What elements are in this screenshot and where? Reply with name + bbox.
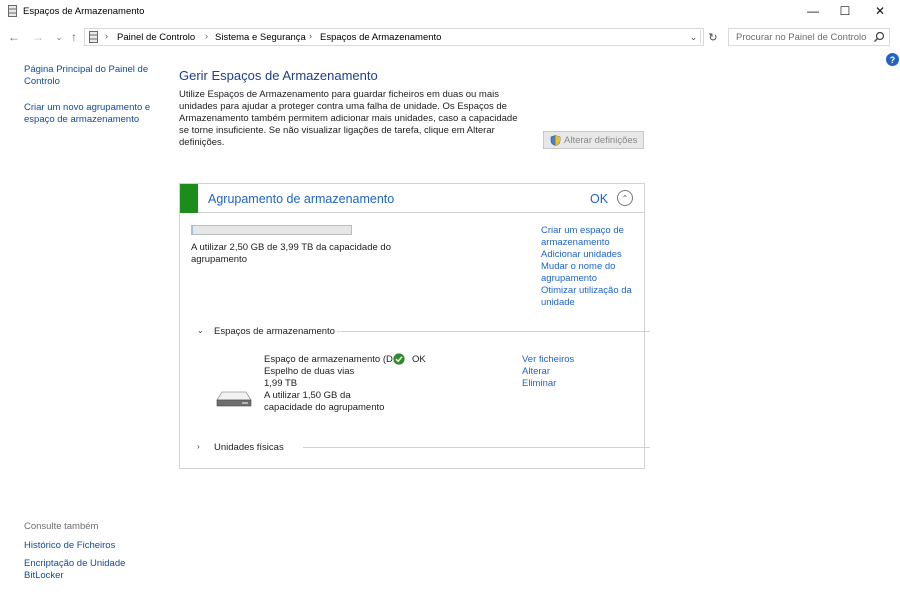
storage-space-status: OK	[412, 354, 426, 365]
pool-usage-text: A utilizar 2,50 GB de 3,99 TB da capacid…	[191, 242, 391, 265]
ok-checkmark-icon	[393, 353, 405, 365]
rename-pool-link[interactable]: Mudar o nome do agrupamento	[541, 261, 646, 285]
change-settings-label: Alterar definições	[564, 134, 638, 146]
physical-drives-section-label: Unidades físicas	[214, 442, 284, 453]
section-divider	[337, 331, 650, 332]
pool-status: OK	[590, 192, 609, 206]
sidebar-link-control-panel-home[interactable]: Página Principal do Painel de Controlo	[24, 64, 159, 88]
pool-title: Agrupamento de armazenamento	[208, 192, 395, 206]
chevron-right-icon[interactable]: ›	[197, 442, 200, 451]
minimize-icon[interactable]: —	[796, 0, 830, 22]
close-icon[interactable]: ✕	[863, 0, 897, 22]
see-also-label: Consulte também	[24, 521, 99, 532]
back-arrow-icon[interactable]: ←	[6, 30, 22, 44]
view-files-link[interactable]: Ver ficheiros	[522, 354, 574, 366]
storage-spaces-icon	[8, 5, 17, 17]
storage-space-name: Espaço de armazenamento (D:)	[264, 354, 399, 365]
change-link[interactable]: Alterar	[522, 366, 574, 378]
recent-chevron-down-icon[interactable]: ⌄	[51, 30, 67, 44]
pool-usage-bar	[191, 225, 352, 235]
search-input[interactable]: Procurar no Painel de Controlo	[728, 28, 890, 46]
up-arrow-icon[interactable]: ↑	[66, 30, 82, 44]
physical-drives-section-header[interactable]: › Unidades físicas	[197, 441, 650, 455]
help-icon[interactable]: ?	[886, 53, 899, 66]
chevron-down-icon[interactable]: ⌄	[197, 326, 204, 335]
storage-space-links: Ver ficheiros Alterar Eliminar	[522, 354, 574, 390]
breadcrumb-system-security[interactable]: Sistema e Segurança	[215, 32, 306, 43]
storage-space-resiliency: Espelho de duas vias	[264, 366, 355, 377]
sidebar-link-create-pool[interactable]: Criar um novo agrupamento e espaço de ar…	[24, 102, 159, 126]
section-divider	[303, 447, 650, 448]
breadcrumb-separator-icon: ›	[205, 31, 208, 41]
sidebar-link-file-history[interactable]: Histórico de Ficheiros	[24, 540, 159, 552]
change-settings-button[interactable]: Alterar definições	[543, 131, 644, 149]
breadcrumb-separator-icon: ›	[309, 31, 312, 41]
pool-usage-fill	[192, 226, 193, 234]
create-storage-space-link[interactable]: Criar um espaço de armazenamento	[541, 225, 646, 249]
collapse-chevron-up-icon[interactable]: ⌃	[617, 190, 633, 206]
breadcrumb-storage-spaces[interactable]: Espaços de Armazenamento	[320, 32, 441, 43]
search-icon[interactable]	[873, 31, 885, 43]
optimize-drive-usage-link[interactable]: Otimizar utilização da unidade	[541, 285, 646, 309]
storage-space-usage: A utilizar 1,50 GB da capacidade do agru…	[264, 390, 385, 413]
storage-spaces-section-label: Espaços de armazenamento	[214, 326, 335, 337]
storage-spaces-icon	[89, 31, 98, 43]
search-placeholder: Procurar no Painel de Controlo	[736, 32, 867, 43]
window-title: Espaços de Armazenamento	[23, 6, 145, 17]
breadcrumb-separator-icon: ›	[105, 31, 108, 41]
breadcrumb-control-panel[interactable]: Painel de Controlo	[117, 32, 195, 43]
delete-link[interactable]: Eliminar	[522, 378, 574, 390]
maximize-icon[interactable]: ☐	[828, 0, 862, 22]
pool-header: Agrupamento de armazenamento OK ⌃	[180, 184, 644, 213]
storage-space-details: Espaço de armazenamento (D:) Espelho de …	[264, 354, 399, 414]
page-description: Utilize Espaços de Armazenamento para gu…	[179, 89, 518, 148]
address-dropdown-chevron-icon[interactable]: ⌄	[687, 30, 701, 44]
storage-spaces-section-header[interactable]: ⌄ Espaços de armazenamento	[197, 325, 650, 339]
shield-icon	[550, 134, 561, 146]
page-title: Gerir Espaços de Armazenamento	[179, 68, 378, 83]
pool-task-links: Criar um espaço de armazenamento Adicion…	[541, 225, 646, 309]
title-bar: Espaços de Armazenamento — ☐ ✕	[0, 0, 900, 24]
pool-status-indicator	[180, 184, 198, 213]
add-drives-link[interactable]: Adicionar unidades	[541, 249, 646, 261]
storage-pool-panel: Agrupamento de armazenamento OK ⌃ A util…	[179, 183, 650, 469]
sidebar-link-bitlocker[interactable]: Encriptação de Unidade BitLocker	[24, 558, 136, 582]
drive-icon	[216, 391, 252, 407]
address-bar[interactable]: › Painel de Controlo › Sistema e Seguran…	[84, 28, 704, 46]
refresh-icon[interactable]: ↻	[705, 28, 721, 46]
forward-arrow-icon[interactable]: →	[30, 30, 46, 44]
storage-space-size: 1,99 TB	[264, 378, 298, 389]
